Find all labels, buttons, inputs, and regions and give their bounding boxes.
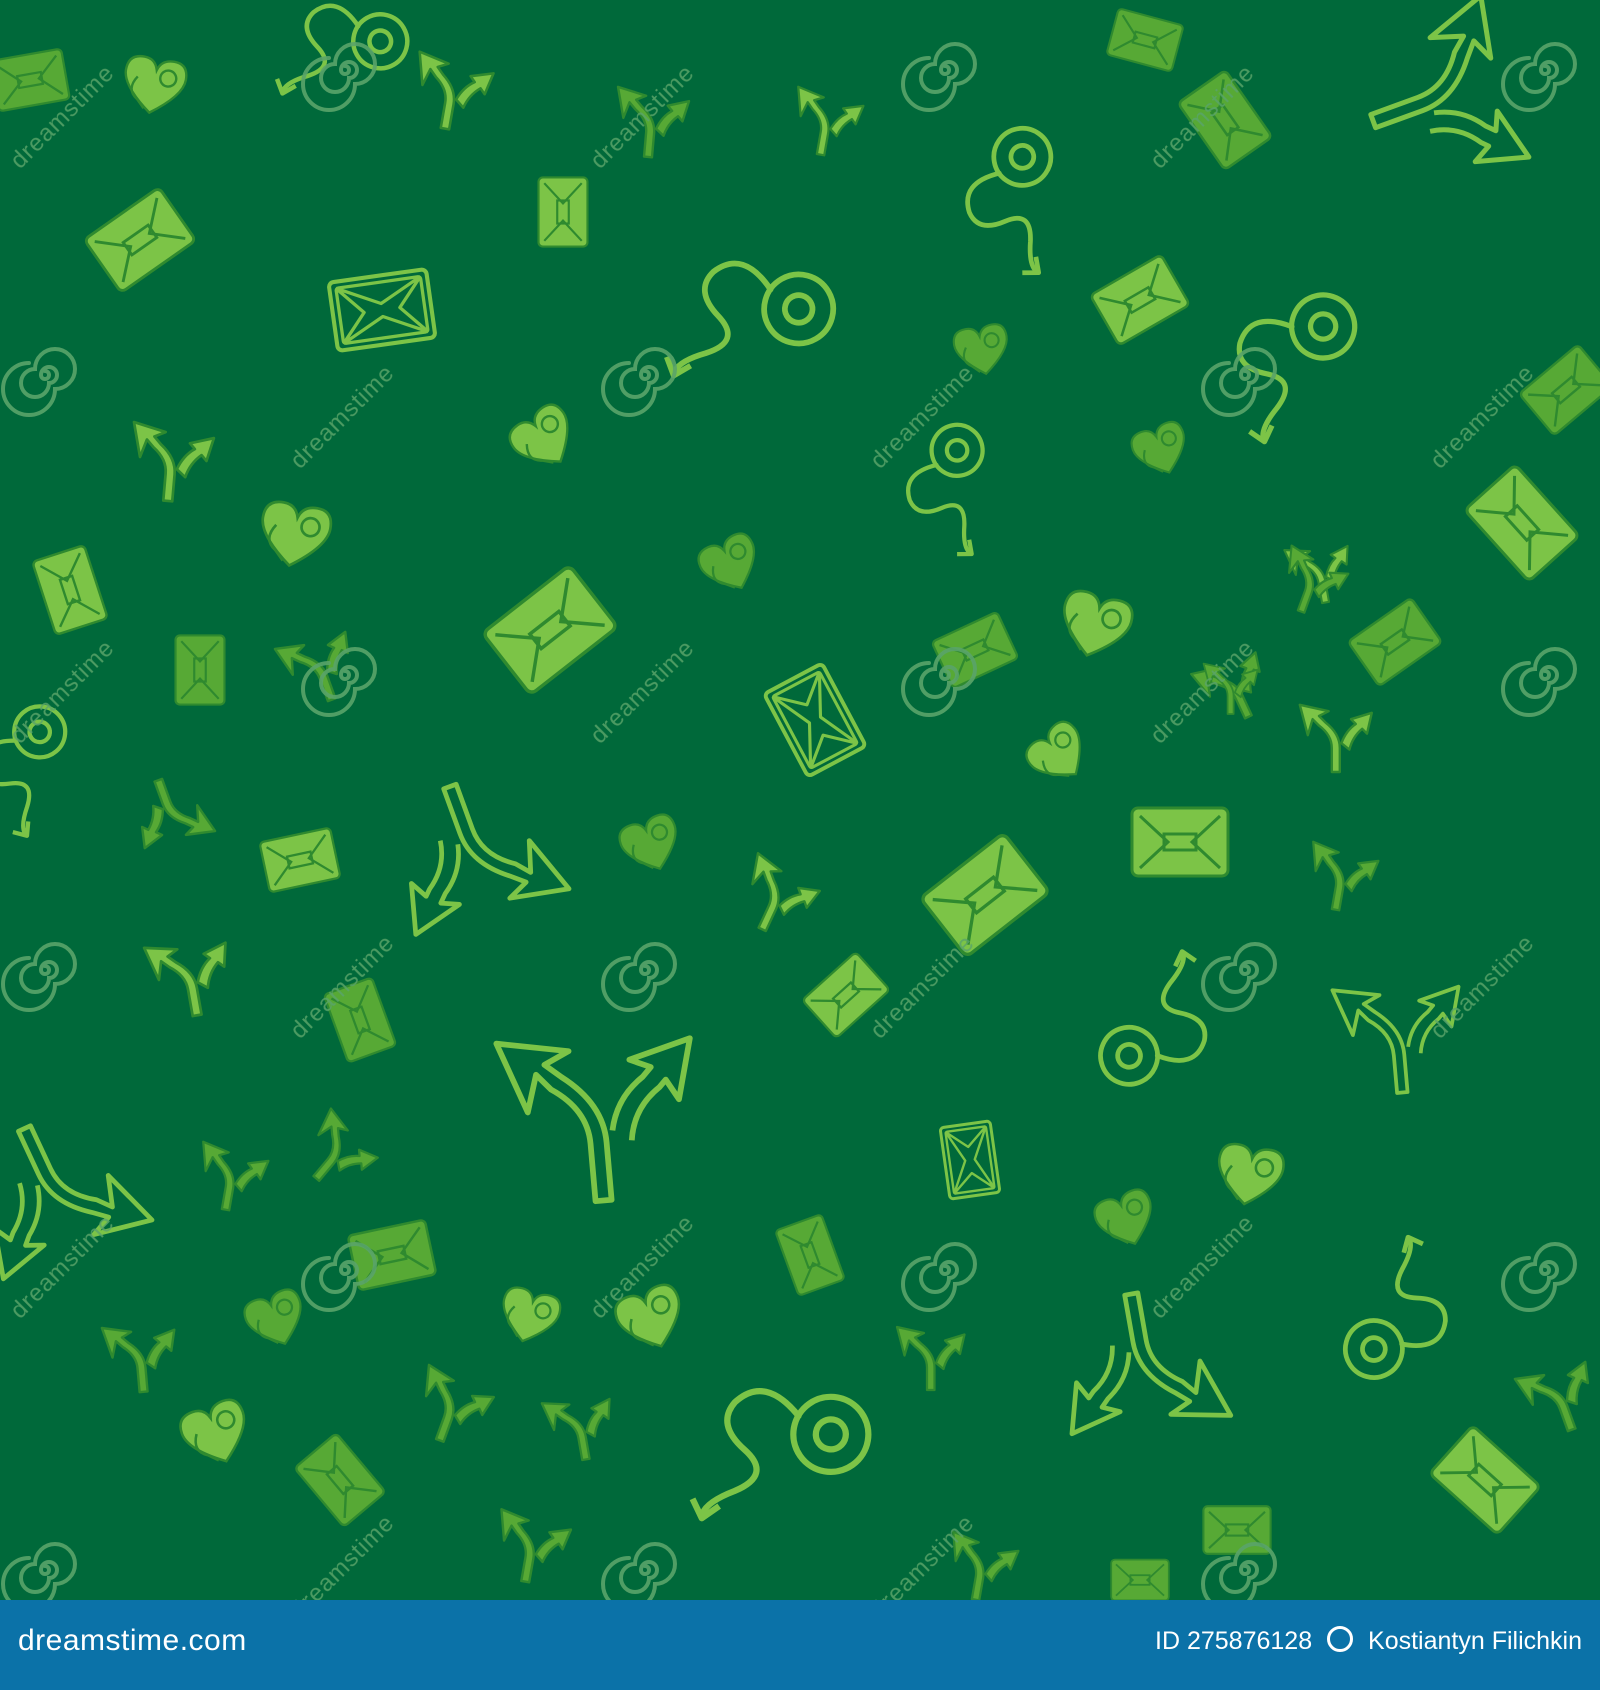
image-id: ID 275876128 [1155, 1627, 1313, 1655]
signpost-card-icon [1110, 1558, 1170, 1600]
signpost-card-icon [1130, 806, 1230, 878]
author-name[interactable]: Kostiantyn Filichkin [1368, 1627, 1582, 1655]
attribution-bar: dreamstime.com ID 275876128 Kostiantyn F… [0, 1600, 1600, 1690]
copyright-icon [1327, 1626, 1354, 1652]
stock-image: dreamstime dreamstime dreamstime dreamst… [0, 0, 1600, 1690]
signpost-card-icon [537, 176, 589, 248]
image-credit: ID 275876128 Kostiantyn Filichkin [1147, 1626, 1582, 1656]
signpost-card-icon [174, 634, 226, 706]
site-name[interactable]: dreamstime.com [18, 1624, 247, 1658]
seamless-pattern: dreamstime dreamstime dreamstime dreamst… [0, 0, 1600, 1600]
background-fill [0, 0, 1600, 1600]
